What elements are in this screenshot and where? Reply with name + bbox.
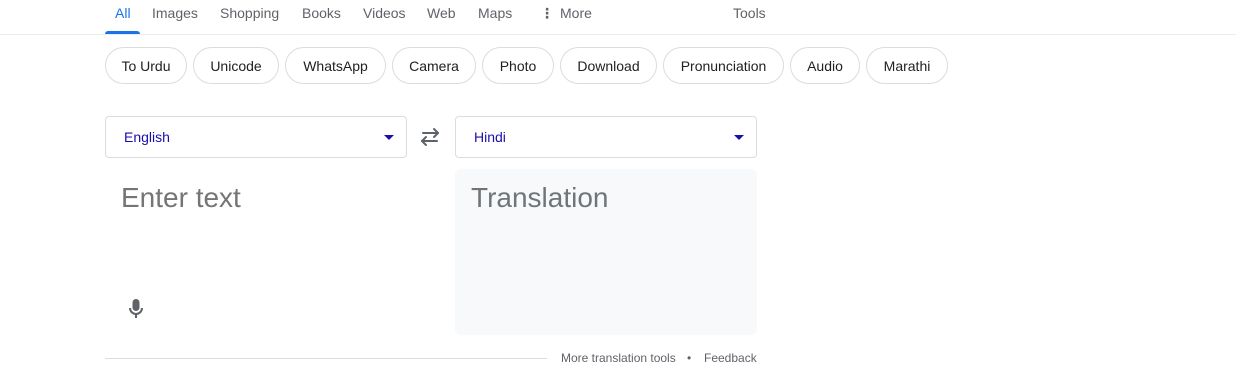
chip-pronunciation[interactable]: Pronunciation — [663, 47, 784, 84]
microphone-icon[interactable] — [127, 297, 145, 321]
target-language-label: Hindi — [474, 129, 506, 145]
tab-shopping[interactable]: Shopping — [220, 5, 279, 21]
tab-all[interactable]: All — [115, 5, 131, 21]
tab-books[interactable]: Books — [302, 5, 341, 21]
source-language-label: English — [124, 129, 170, 145]
more-vert-icon: ⋮ — [540, 5, 554, 21]
chip-download[interactable]: Download — [560, 47, 657, 84]
tab-more[interactable]: ⋮ More — [540, 5, 592, 22]
footer-separator: • — [687, 351, 692, 365]
tab-more-label: More — [560, 5, 592, 21]
tab-images[interactable]: Images — [152, 5, 198, 21]
tab-maps[interactable]: Maps — [478, 5, 512, 21]
footer-divider — [105, 358, 547, 359]
chip-camera[interactable]: Camera — [392, 47, 476, 84]
chip-whatsapp[interactable]: WhatsApp — [285, 47, 386, 84]
source-placeholder: Enter text — [121, 182, 241, 213]
tools-button[interactable]: Tools — [733, 5, 766, 21]
caret-down-icon — [734, 135, 744, 140]
translation-placeholder: Translation — [471, 182, 609, 213]
search-tabs-bar: All Images Shopping Books Videos Web Map… — [0, 0, 1236, 35]
source-text-input[interactable]: Enter text — [105, 169, 407, 335]
chip-marathi[interactable]: Marathi — [866, 47, 948, 84]
target-language-select[interactable]: Hindi — [455, 116, 757, 158]
more-translation-tools-link[interactable]: More translation tools — [561, 351, 676, 365]
translation-output: Translation — [455, 169, 757, 335]
chip-audio[interactable]: Audio — [790, 47, 860, 84]
chip-photo[interactable]: Photo — [482, 47, 554, 84]
tab-videos[interactable]: Videos — [363, 5, 406, 21]
chip-to-urdu[interactable]: To Urdu — [105, 47, 187, 84]
feedback-link[interactable]: Feedback — [704, 351, 757, 365]
source-language-select[interactable]: English — [105, 116, 407, 158]
swap-icon[interactable] — [416, 126, 444, 148]
active-tab-indicator — [105, 31, 140, 34]
tab-web[interactable]: Web — [427, 5, 456, 21]
chip-unicode[interactable]: Unicode — [193, 47, 279, 84]
caret-down-icon — [384, 135, 394, 140]
